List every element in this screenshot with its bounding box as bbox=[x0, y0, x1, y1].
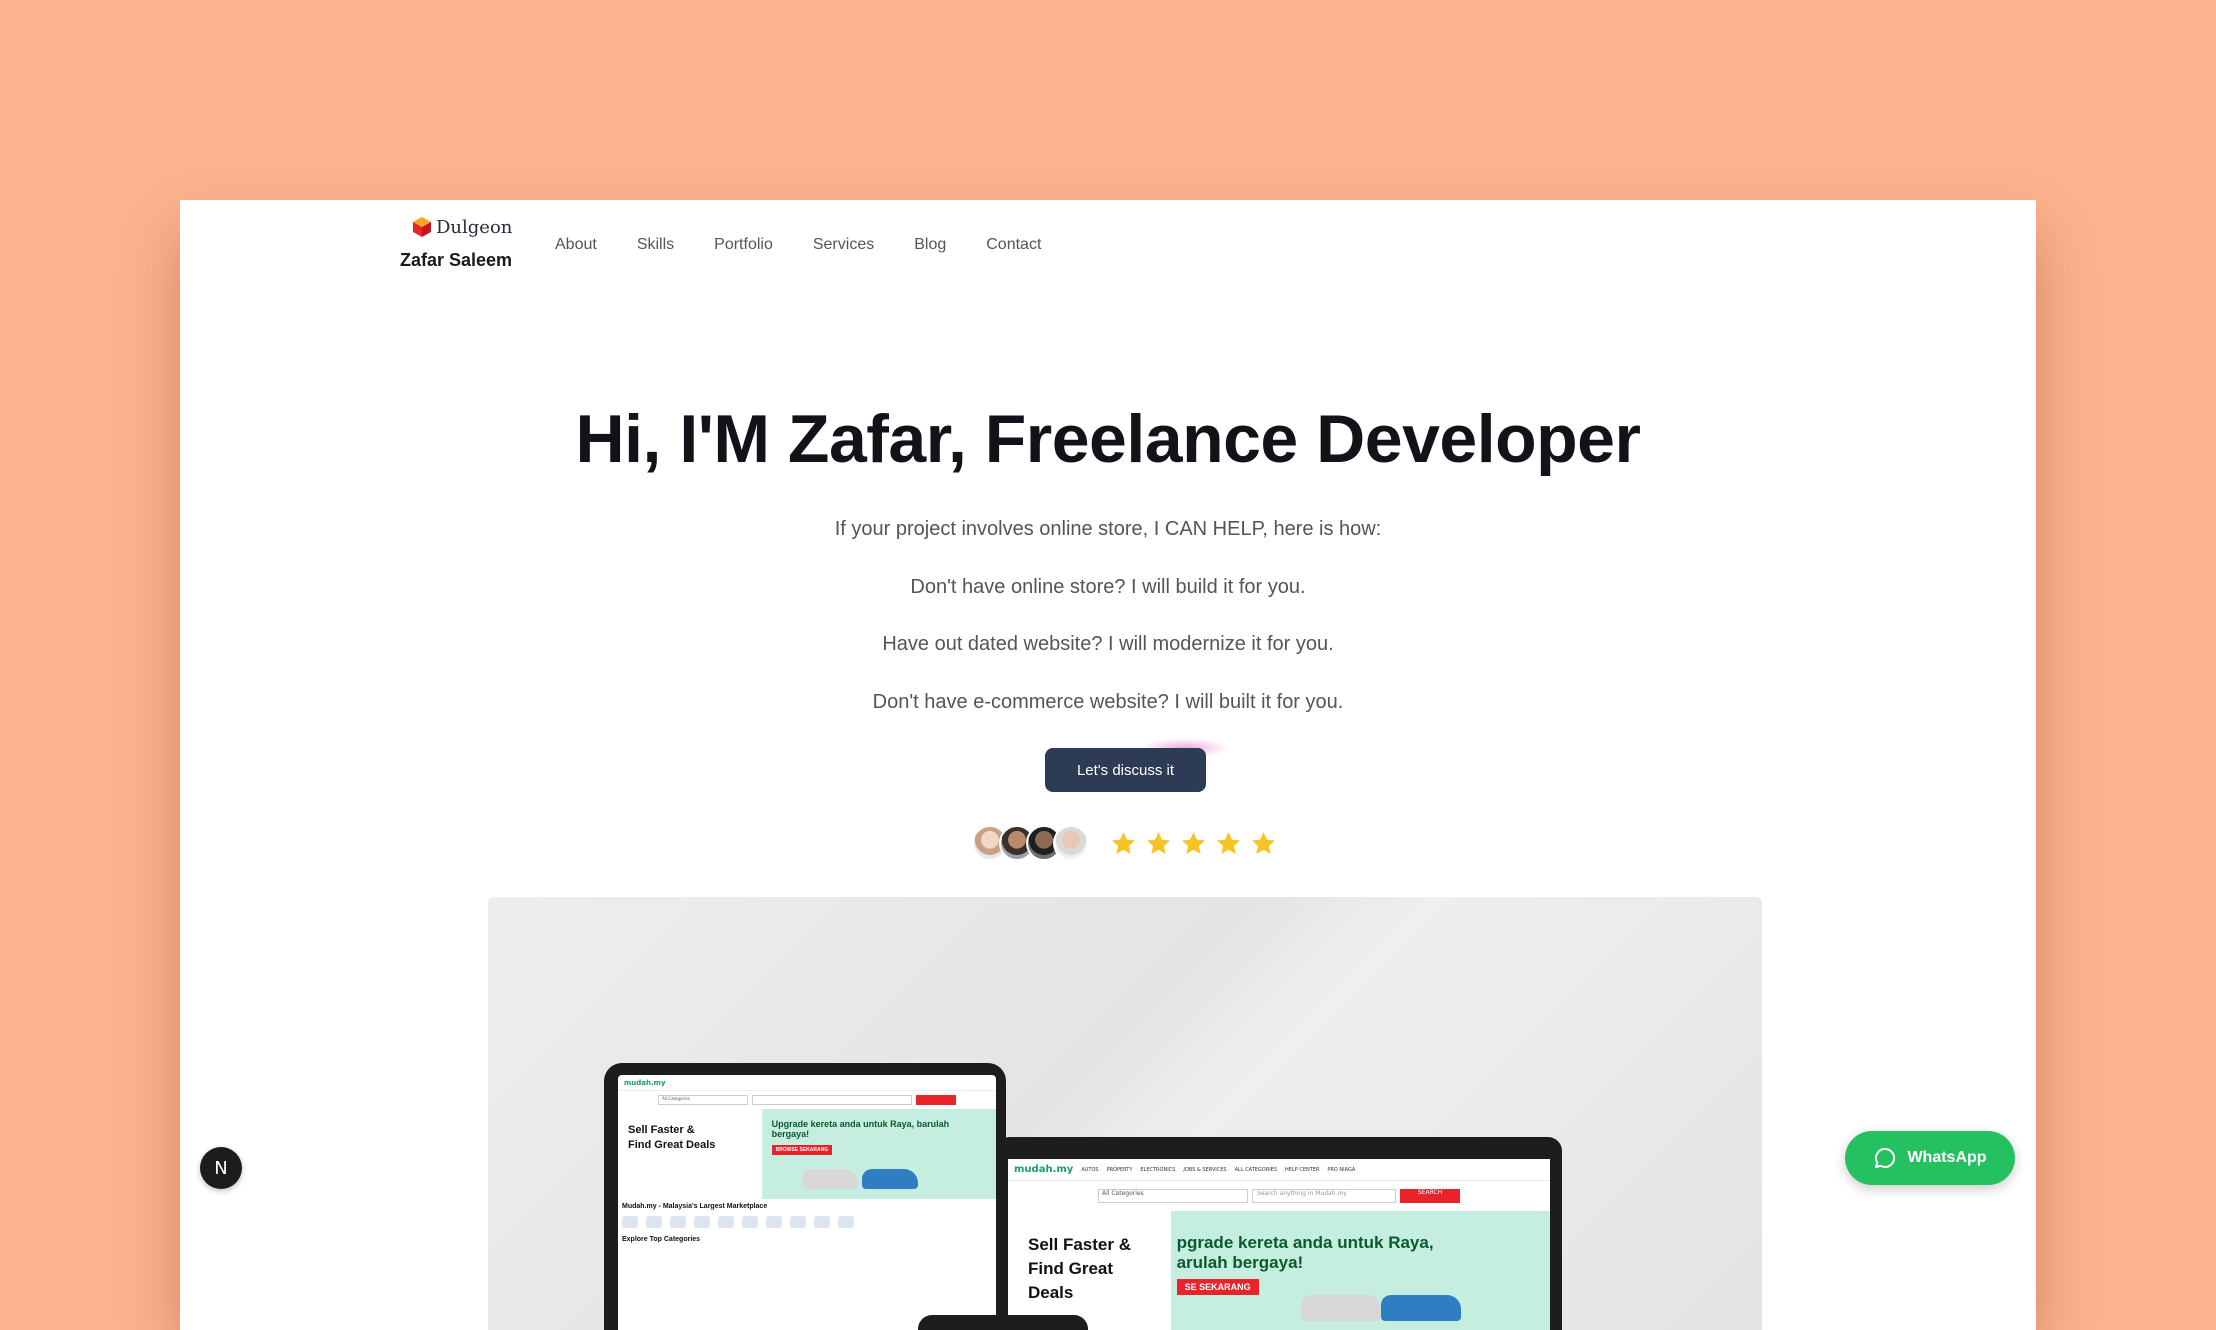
nav-item-contact[interactable]: Contact bbox=[986, 236, 1041, 254]
site-headline-line: Find Great Deals bbox=[628, 1139, 716, 1151]
site-explore-title: Explore Top Categories bbox=[622, 1236, 701, 1243]
tablet-screen: mudah.my All Categories Sell Faster & Fi… bbox=[618, 1075, 996, 1330]
site-search-button: SEARCH bbox=[1400, 1189, 1460, 1203]
site-nav-item: HELP CENTER bbox=[1285, 1166, 1320, 1173]
car-image bbox=[801, 1169, 858, 1189]
car-image bbox=[1300, 1295, 1381, 1321]
rating-stars bbox=[1110, 830, 1277, 857]
hero-line: Don't have online store? I will build it… bbox=[910, 575, 1306, 598]
client-avatars bbox=[972, 825, 1089, 861]
site-headline: Sell Faster & Find Great Deals bbox=[1008, 1211, 1171, 1330]
site-search: All Categories Search anything in Mudah.… bbox=[1008, 1181, 1550, 1211]
hero-line: Have out dated website? I will modernize… bbox=[882, 633, 1334, 655]
brand-logo-text: Dulgeon bbox=[436, 216, 513, 238]
site-logo: mudah.my bbox=[1014, 1164, 1074, 1175]
site-nav-item: ALL CATEGORIES bbox=[1234, 1166, 1278, 1173]
lets-discuss-button[interactable]: Let's discuss it bbox=[1045, 748, 1206, 792]
site-nav-item: ELECTRONICS bbox=[1140, 1166, 1176, 1173]
nav-item-about[interactable]: About bbox=[555, 236, 597, 254]
whatsapp-button[interactable]: WhatsApp bbox=[1845, 1131, 2015, 1185]
star-icon bbox=[1147, 832, 1170, 854]
hero-line: If your project involves online store, I… bbox=[834, 518, 1382, 540]
nav-item-portfolio[interactable]: Portfolio bbox=[714, 236, 773, 254]
browser-window: Dulgeon Zafar Saleem About Skills Portfo… bbox=[180, 200, 2036, 1330]
main-nav: About Skills Portfolio Services Blog Con… bbox=[555, 236, 1081, 254]
site-topbar: mudah.my bbox=[618, 1075, 996, 1091]
whatsapp-label: WhatsApp bbox=[1907, 1149, 1987, 1166]
star-icon bbox=[1252, 832, 1275, 854]
car-image bbox=[861, 1169, 918, 1189]
hero-line: Don't have e-commerce website? I will bu… bbox=[872, 690, 1344, 713]
site-banner: Sell Faster & Find Great Deals Upgrade k… bbox=[618, 1109, 996, 1199]
nav-item-skills[interactable]: Skills bbox=[637, 236, 674, 254]
cube-logo-icon bbox=[413, 217, 431, 237]
site-logo: mudah.my bbox=[624, 1078, 666, 1087]
site-search-button bbox=[916, 1095, 956, 1105]
site-banner: Sell Faster & Find Great Deals pgrade ke… bbox=[1008, 1211, 1550, 1330]
site-headline-line: Sell Faster & bbox=[628, 1124, 695, 1136]
site-nav-item: AUTOS bbox=[1081, 1166, 1099, 1173]
star-icon bbox=[1112, 832, 1135, 854]
brand-name[interactable]: Zafar Saleem bbox=[400, 250, 512, 271]
site-search-box: Search anything in Mudah.my bbox=[1252, 1189, 1396, 1203]
site-promo-text: Upgrade kereta anda untuk Raya, barulah … bbox=[771, 1119, 950, 1139]
car-image bbox=[1380, 1295, 1461, 1321]
nav-item-services[interactable]: Services bbox=[813, 236, 874, 254]
site-marketplace-title: Mudah.my - Malaysia's Largest Marketplac… bbox=[622, 1203, 768, 1210]
site-category-select: All Categories bbox=[1098, 1189, 1248, 1203]
nav-item-blog[interactable]: Blog bbox=[914, 236, 946, 254]
site-topbar: mudah.my AUTOS PROPERTY ELECTRONICS JOBS… bbox=[1008, 1159, 1550, 1181]
site-nav-item: JOBS & SERVICES bbox=[1183, 1166, 1227, 1173]
site-category-icons bbox=[618, 1212, 996, 1232]
site-search: All Categories bbox=[618, 1091, 996, 1109]
site-promo-button: SE SEKARANG bbox=[1176, 1279, 1259, 1295]
portfolio-showcase: mudah.my All Categories Sell Faster & Fi… bbox=[488, 897, 1762, 1330]
hero-description: If your project involves online store, I… bbox=[180, 518, 2036, 748]
hero-title: Hi, I'M Zafar, Freelance Developer bbox=[575, 401, 1641, 477]
tablet-mockup: mudah.my All Categories Sell Faster & Fi… bbox=[604, 1063, 1006, 1330]
site-nav-item: PRO NIAGA bbox=[1327, 1166, 1356, 1173]
site-headline-line: Sell Faster & bbox=[1028, 1235, 1131, 1254]
next-badge-icon[interactable]: N bbox=[200, 1147, 242, 1189]
avatar bbox=[1053, 825, 1089, 861]
site-nav-item: PROPERTY bbox=[1106, 1166, 1133, 1173]
site-promo-text: pgrade kereta anda untuk Raya, arulah be… bbox=[1176, 1233, 1434, 1272]
site-promo: pgrade kereta anda untuk Raya, arulah be… bbox=[1170, 1211, 1550, 1330]
laptop-screen: mudah.my AUTOS PROPERTY ELECTRONICS JOBS… bbox=[1008, 1159, 1550, 1330]
phone-mockup bbox=[918, 1315, 1088, 1330]
site-search-box bbox=[752, 1095, 912, 1105]
laptop-mockup: mudah.my AUTOS PROPERTY ELECTRONICS JOBS… bbox=[996, 1137, 1562, 1330]
site-promo: Upgrade kereta anda untuk Raya, barulah … bbox=[761, 1109, 996, 1199]
brand-logo[interactable]: Dulgeon bbox=[412, 216, 512, 238]
site-headline: Sell Faster & Find Great Deals bbox=[618, 1109, 762, 1199]
star-icon bbox=[1182, 832, 1205, 854]
site-headline-line: Find Great Deals bbox=[1028, 1259, 1114, 1302]
site-promo-button: BROWSE SEKARANG bbox=[771, 1145, 833, 1155]
whatsapp-icon bbox=[1875, 1147, 1896, 1168]
site-category-select: All Categories bbox=[658, 1095, 748, 1105]
star-icon bbox=[1217, 832, 1240, 854]
